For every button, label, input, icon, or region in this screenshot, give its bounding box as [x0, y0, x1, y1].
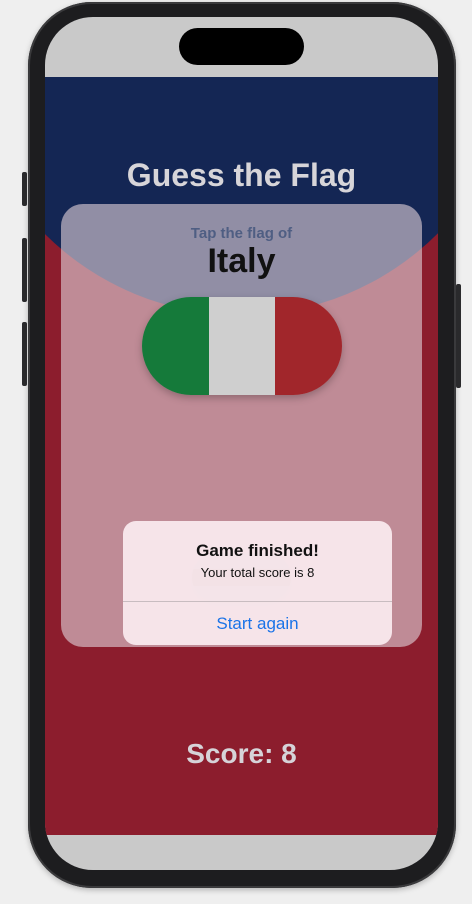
action-button	[22, 172, 27, 206]
flag-stripe	[142, 297, 209, 395]
screen: Guess the Flag Tap the flag of Italy Gam…	[45, 17, 438, 870]
game-card: Tap the flag of Italy Game finished! You…	[61, 204, 422, 647]
volume-up-button	[22, 238, 27, 302]
score-label: Score: 8	[186, 738, 297, 769]
alert-message: Your total score is 8	[200, 565, 315, 580]
flag-stripe	[208, 297, 276, 395]
prompt-label: Tap the flag of	[190, 225, 293, 242]
alert-title: Game finished!	[196, 541, 319, 560]
country-name: Italy	[207, 242, 276, 280]
flag-button-italy[interactable]	[142, 297, 342, 395]
dynamic-island	[179, 28, 304, 65]
game-finished-alert: Game finished! Your total score is 8 Sta…	[123, 521, 392, 645]
start-again-button[interactable]: Start again	[123, 602, 392, 645]
power-button	[456, 284, 461, 388]
app-content: Guess the Flag Tap the flag of Italy Gam…	[45, 77, 438, 835]
volume-down-button	[22, 322, 27, 386]
flag-stripe	[275, 297, 342, 395]
app-title: Guess the Flag	[126, 157, 357, 193]
